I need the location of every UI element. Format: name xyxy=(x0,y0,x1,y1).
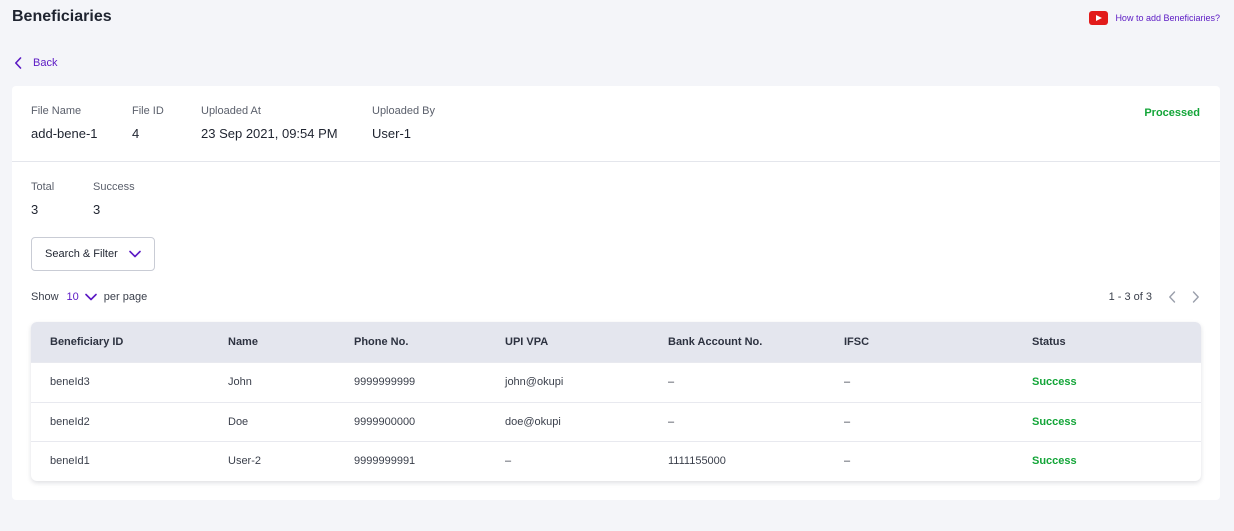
page-size-select[interactable]: 10 xyxy=(67,291,79,303)
uploaded-at-label: Uploaded At xyxy=(201,105,261,117)
column-header: Phone No. xyxy=(354,336,409,348)
uploaded-by-label: Uploaded By xyxy=(372,105,435,117)
cell-bank-account: – xyxy=(668,376,675,389)
cell-status: Success xyxy=(1032,415,1077,428)
column-header: IFSC xyxy=(844,336,870,348)
youtube-icon xyxy=(1089,11,1109,25)
cell-bank-account: – xyxy=(668,415,675,428)
cell-ifsc: – xyxy=(844,415,851,428)
cell-ifsc: – xyxy=(844,455,851,468)
table-row[interactable]: beneId3 John 9999999999 john@okupi – – S… xyxy=(31,362,1201,402)
pagination-range: 1 - 3 of 3 xyxy=(1108,291,1152,303)
stat-success: Success 3 xyxy=(93,181,135,217)
stat-success-value: 3 xyxy=(93,202,101,217)
pagination: 1 - 3 of 3 xyxy=(1109,291,1200,303)
cell-beneficiary-id: beneId3 xyxy=(50,376,90,389)
cell-beneficiary-id: beneId2 xyxy=(50,415,90,428)
cell-phone: 9999999999 xyxy=(354,376,416,389)
chevron-left-icon xyxy=(1169,291,1176,303)
uploaded-by-value: User-1 xyxy=(372,126,412,141)
per-page-label: per page xyxy=(103,291,148,303)
cell-upi-vpa: doe@okupi xyxy=(505,415,561,428)
chevron-down-icon xyxy=(128,245,141,263)
cell-ifsc: – xyxy=(844,376,851,389)
column-header: Beneficiary ID xyxy=(50,336,124,348)
file-details-card: File Name add-bene-1 File ID 4 Uploaded … xyxy=(12,86,1220,500)
file-id-label: File ID xyxy=(132,105,164,117)
next-page-button[interactable] xyxy=(1192,291,1200,303)
section-divider xyxy=(12,161,1220,162)
search-filter-button[interactable]: Search & Filter xyxy=(31,237,155,271)
beneficiaries-table: Beneficiary ID Name Phone No. UPI VPA Ba… xyxy=(31,322,1201,481)
chevron-down-icon[interactable] xyxy=(84,293,97,301)
page-size-control: Show 10 per page xyxy=(31,291,147,303)
chevron-left-icon xyxy=(14,56,24,70)
cell-name: John xyxy=(228,376,252,389)
file-name-value: add-bene-1 xyxy=(31,126,98,141)
file-status-badge: Processed xyxy=(1144,107,1200,119)
cell-phone: 9999900000 xyxy=(354,415,416,428)
cell-upi-vpa: john@okupi xyxy=(505,376,564,389)
file-id-value: 4 xyxy=(132,126,140,141)
cell-beneficiary-id: beneId1 xyxy=(50,455,90,468)
cell-name: User-2 xyxy=(228,455,262,468)
table-row[interactable]: beneId1 User-2 9999999991 – 1111155000 –… xyxy=(31,441,1201,481)
back-label: Back xyxy=(33,57,58,69)
table-header: Beneficiary ID Name Phone No. UPI VPA Ba… xyxy=(31,322,1201,362)
stat-success-label: Success xyxy=(93,181,135,193)
cell-upi-vpa: – xyxy=(505,455,512,468)
stat-total-label: Total xyxy=(31,181,55,193)
column-header: Name xyxy=(228,336,258,348)
cell-status: Success xyxy=(1032,455,1077,468)
table-row[interactable]: beneId2 Doe 9999900000 doe@okupi – – Suc… xyxy=(31,401,1201,442)
cell-phone: 9999999991 xyxy=(354,455,416,468)
back-button[interactable]: Back xyxy=(14,56,57,70)
file-name-label: File Name xyxy=(31,105,82,117)
prev-page-button[interactable] xyxy=(1168,291,1176,303)
show-label: Show xyxy=(31,291,59,303)
uploaded-at-value: 23 Sep 2021, 09:54 PM xyxy=(201,126,338,141)
cell-status: Success xyxy=(1032,376,1077,389)
help-video-link[interactable]: How to add Beneficiaries? xyxy=(1089,11,1220,25)
chevron-right-icon xyxy=(1192,291,1199,303)
stat-total: Total 3 xyxy=(31,181,54,217)
page-title: Beneficiaries xyxy=(12,8,112,25)
cell-bank-account: 1111155000 xyxy=(668,455,726,468)
uploaded-by-field: Uploaded By User-1 xyxy=(372,105,435,141)
column-header: Bank Account No. xyxy=(668,336,763,348)
file-name-field: File Name add-bene-1 xyxy=(31,105,98,141)
column-header: UPI VPA xyxy=(505,336,549,348)
uploaded-at-field: Uploaded At 23 Sep 2021, 09:54 PM xyxy=(201,105,338,141)
cell-name: Doe xyxy=(228,415,249,428)
column-header: Status xyxy=(1032,336,1066,348)
help-link-label: How to add Beneficiaries? xyxy=(1115,13,1220,23)
stat-total-value: 3 xyxy=(31,202,39,217)
search-filter-label: Search & Filter xyxy=(45,248,118,260)
file-id-field: File ID 4 xyxy=(132,105,164,141)
